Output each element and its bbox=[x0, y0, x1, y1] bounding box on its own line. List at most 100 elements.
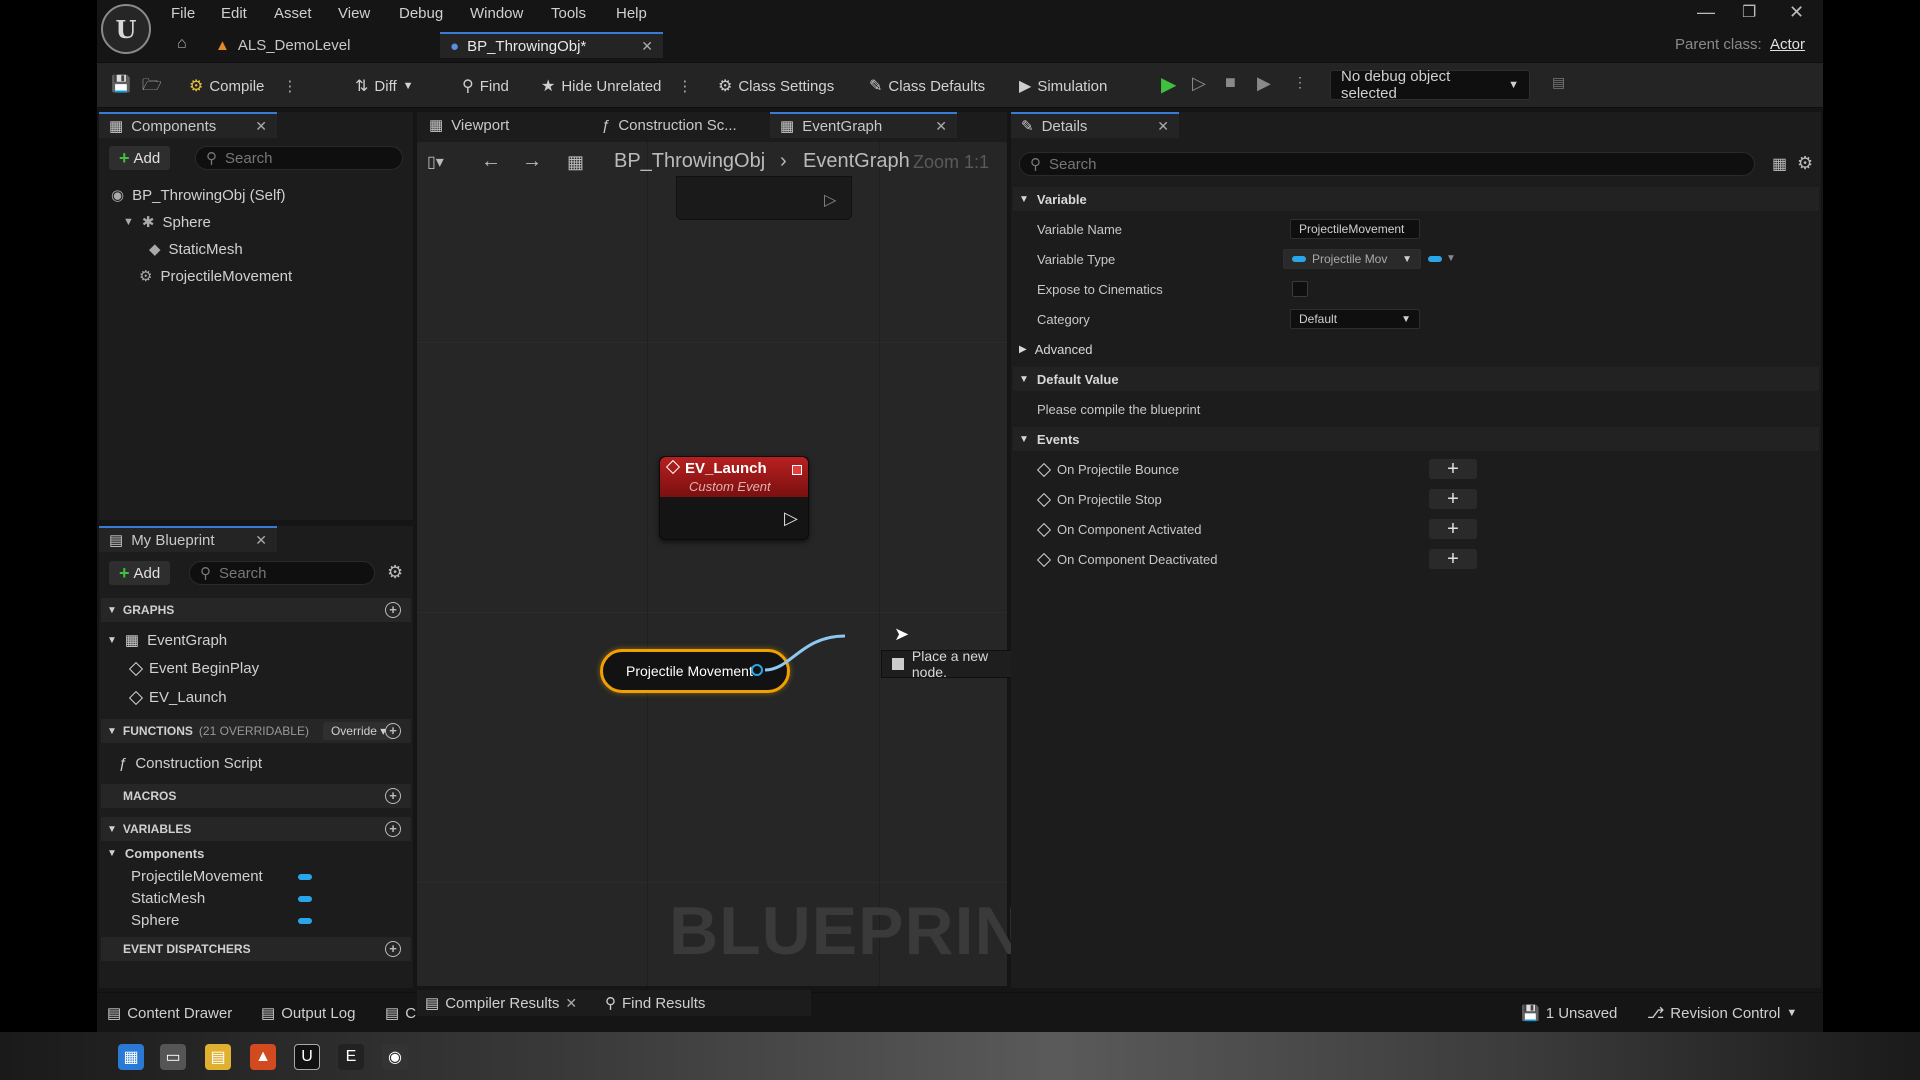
component-projectilemovement[interactable]: ⚙ ProjectileMovement bbox=[139, 267, 292, 286]
details-tab[interactable]: ✎ Details ✕ bbox=[1011, 112, 1179, 138]
details-search-input[interactable]: ⚲ Search bbox=[1019, 152, 1755, 176]
menu-file[interactable]: File bbox=[171, 5, 195, 22]
components-search-input[interactable]: ⚲ Search bbox=[195, 146, 403, 170]
graph-eventgraph[interactable]: ▼ ▦ EventGraph bbox=[107, 631, 227, 650]
expand-arrow-icon[interactable]: ▼ bbox=[123, 216, 134, 228]
content-drawer-button[interactable]: ▤ Content Drawer bbox=[107, 1004, 232, 1023]
play-options-icon[interactable]: ⋮ bbox=[1293, 74, 1307, 91]
add-graph-icon[interactable]: + bbox=[385, 602, 401, 618]
close-tab-icon[interactable]: ✕ bbox=[641, 38, 653, 55]
add-macro-icon[interactable]: + bbox=[385, 788, 401, 804]
add-event-button[interactable]: + bbox=[1429, 488, 1477, 510]
variable-type-dropdown[interactable]: Projectile Mov ▼ bbox=[1283, 249, 1421, 269]
component-sphere[interactable]: ▼ ✱ Sphere bbox=[123, 213, 211, 232]
bookmark-icon[interactable]: ▯▾ bbox=[427, 152, 444, 172]
more-options-icon[interactable]: ⋮ bbox=[677, 77, 692, 95]
back-arrow-icon[interactable]: ← bbox=[481, 150, 501, 173]
add-variable-icon[interactable]: + bbox=[385, 821, 401, 837]
variable-sphere[interactable]: Sphere bbox=[131, 912, 179, 929]
add-event-button[interactable]: + bbox=[1429, 518, 1477, 540]
close-tab-icon[interactable]: ✕ bbox=[935, 118, 947, 135]
add-member-button[interactable]: + Add bbox=[109, 561, 171, 585]
close-icon[interactable]: ✕ bbox=[565, 995, 577, 1012]
menu-help[interactable]: Help bbox=[616, 5, 647, 22]
find-results-tab[interactable]: ⚲ Find Results bbox=[605, 994, 705, 1013]
revision-control-button[interactable]: ⎇ Revision Control ▼ bbox=[1647, 1004, 1797, 1023]
browse-icon[interactable]: 🗁 bbox=[142, 74, 162, 101]
tab-construction-script[interactable]: ƒ Construction Sc... bbox=[592, 112, 762, 138]
unreal-icon[interactable]: U bbox=[294, 1044, 320, 1070]
variables-components-category[interactable]: ▼ Components bbox=[107, 846, 204, 861]
default-value-section-header[interactable]: ▼ Default Value bbox=[1013, 367, 1819, 391]
graph-canvas[interactable] bbox=[417, 142, 1007, 986]
find-button[interactable]: ⚲ Find bbox=[462, 76, 509, 96]
add-dispatcher-icon[interactable]: + bbox=[385, 941, 401, 957]
menu-window[interactable]: Window bbox=[470, 5, 523, 22]
add-event-button[interactable]: + bbox=[1429, 548, 1477, 570]
diff-button[interactable]: ⇅ Diff ▼ bbox=[355, 76, 414, 96]
exec-pin-icon[interactable]: ▷ bbox=[784, 508, 798, 529]
variable-section-header[interactable]: ▼ Variable bbox=[1013, 187, 1819, 211]
browser-icon[interactable]: ▲ bbox=[250, 1044, 276, 1070]
tab-eventgraph[interactable]: ▦ EventGraph ✕ bbox=[770, 112, 957, 138]
output-log-button[interactable]: ▤ Output Log bbox=[261, 1004, 355, 1023]
stop-icon[interactable]: ■ bbox=[1225, 72, 1236, 93]
parent-class-link[interactable]: Actor bbox=[1770, 36, 1805, 53]
variable-staticmesh[interactable]: StaticMesh bbox=[131, 890, 205, 907]
exec-pin-icon[interactable]: ▷ bbox=[824, 190, 836, 210]
compiler-results-tab[interactable]: ▤ Compiler Results ✕ bbox=[425, 994, 577, 1013]
menu-edit[interactable]: Edit bbox=[221, 5, 247, 22]
close-icon[interactable]: ✕ bbox=[255, 532, 267, 549]
tab-level[interactable]: ▲ ALS_DemoLevel bbox=[215, 32, 350, 58]
breadcrumb-blueprint[interactable]: BP_ThrowingObj bbox=[614, 150, 765, 173]
macros-section[interactable]: MACROS + bbox=[101, 784, 411, 808]
delegate-pin-icon[interactable] bbox=[792, 465, 802, 475]
event-dispatchers-section[interactable]: EVENT DISPATCHERS + bbox=[101, 937, 411, 961]
variable-projectilemovement[interactable]: ProjectileMovement bbox=[131, 868, 411, 885]
save-icon[interactable]: 💾 bbox=[111, 74, 131, 94]
category-dropdown[interactable]: Default ▼ bbox=[1290, 309, 1420, 329]
file-explorer-icon[interactable]: ▤ bbox=[205, 1044, 231, 1070]
app-icon[interactable]: ◉ bbox=[382, 1044, 408, 1070]
graphs-section[interactable]: ▼ GRAPHS + bbox=[101, 598, 411, 622]
taskview-icon[interactable]: ▭ bbox=[160, 1044, 186, 1070]
container-type-dropdown[interactable]: ▼ bbox=[1428, 253, 1456, 264]
minimize-icon[interactable]: — bbox=[1697, 2, 1715, 23]
menu-view[interactable]: View bbox=[338, 5, 370, 22]
tab-blueprint[interactable]: ● BP_ThrowingObj* ✕ bbox=[440, 32, 663, 58]
component-self[interactable]: ◉ BP_ThrowingObj (Self) bbox=[111, 186, 286, 205]
add-component-button[interactable]: + Add bbox=[109, 146, 171, 170]
add-function-icon[interactable]: + bbox=[385, 723, 401, 739]
close-icon[interactable]: ✕ bbox=[1157, 118, 1169, 135]
menu-debug[interactable]: Debug bbox=[399, 5, 443, 22]
compile-button[interactable]: ⚙ Compile ⋮ bbox=[189, 76, 297, 96]
variable-name-input[interactable]: ProjectileMovement bbox=[1290, 219, 1420, 239]
variables-section[interactable]: ▼ VARIABLES + bbox=[101, 817, 411, 841]
forward-arrow-icon[interactable]: → bbox=[522, 150, 542, 173]
unsaved-button[interactable]: 💾 1 Unsaved bbox=[1521, 1004, 1617, 1023]
hide-unrelated-button[interactable]: ★ Hide Unrelated ⋮ bbox=[541, 76, 692, 96]
restore-icon[interactable]: ❐ bbox=[1742, 2, 1756, 22]
home-icon[interactable]: ⌂ bbox=[177, 35, 187, 53]
tab-viewport[interactable]: ▦ Viewport bbox=[419, 112, 579, 138]
class-settings-button[interactable]: ⚙ Class Settings bbox=[718, 76, 834, 96]
play-icon[interactable]: ▶ bbox=[1161, 72, 1176, 97]
component-staticmesh[interactable]: ◆ StaticMesh bbox=[149, 240, 243, 259]
debug-object-dropdown[interactable]: No debug object selected ▼ bbox=[1330, 68, 1530, 102]
table-view-icon[interactable]: ▦ bbox=[1772, 154, 1787, 174]
close-window-icon[interactable]: ✕ bbox=[1789, 2, 1804, 23]
function-construction-script[interactable]: ƒ Construction Script bbox=[119, 755, 262, 772]
gear-icon[interactable]: ⚙ bbox=[1797, 153, 1813, 174]
breadcrumb-graph[interactable]: EventGraph bbox=[803, 150, 910, 173]
advanced-section-header[interactable]: ▶ Advanced bbox=[1013, 337, 1819, 361]
eject-icon[interactable]: ▶ bbox=[1257, 73, 1271, 94]
epic-icon[interactable]: E bbox=[338, 1044, 364, 1070]
graph-event-beginplay[interactable]: Event BeginPlay bbox=[128, 660, 259, 677]
class-defaults-button[interactable]: ✎ Class Defaults bbox=[869, 76, 985, 96]
unreal-logo[interactable]: U bbox=[101, 4, 151, 54]
expose-checkbox[interactable] bbox=[1292, 281, 1308, 297]
add-event-button[interactable]: + bbox=[1429, 458, 1477, 480]
events-section-header[interactable]: ▼ Events bbox=[1013, 427, 1819, 451]
graph-ev-launch[interactable]: EV_Launch bbox=[128, 689, 227, 706]
functions-section[interactable]: ▼ FUNCTIONS (21 OVERRIDABLE) Override ▾ … bbox=[101, 719, 411, 743]
